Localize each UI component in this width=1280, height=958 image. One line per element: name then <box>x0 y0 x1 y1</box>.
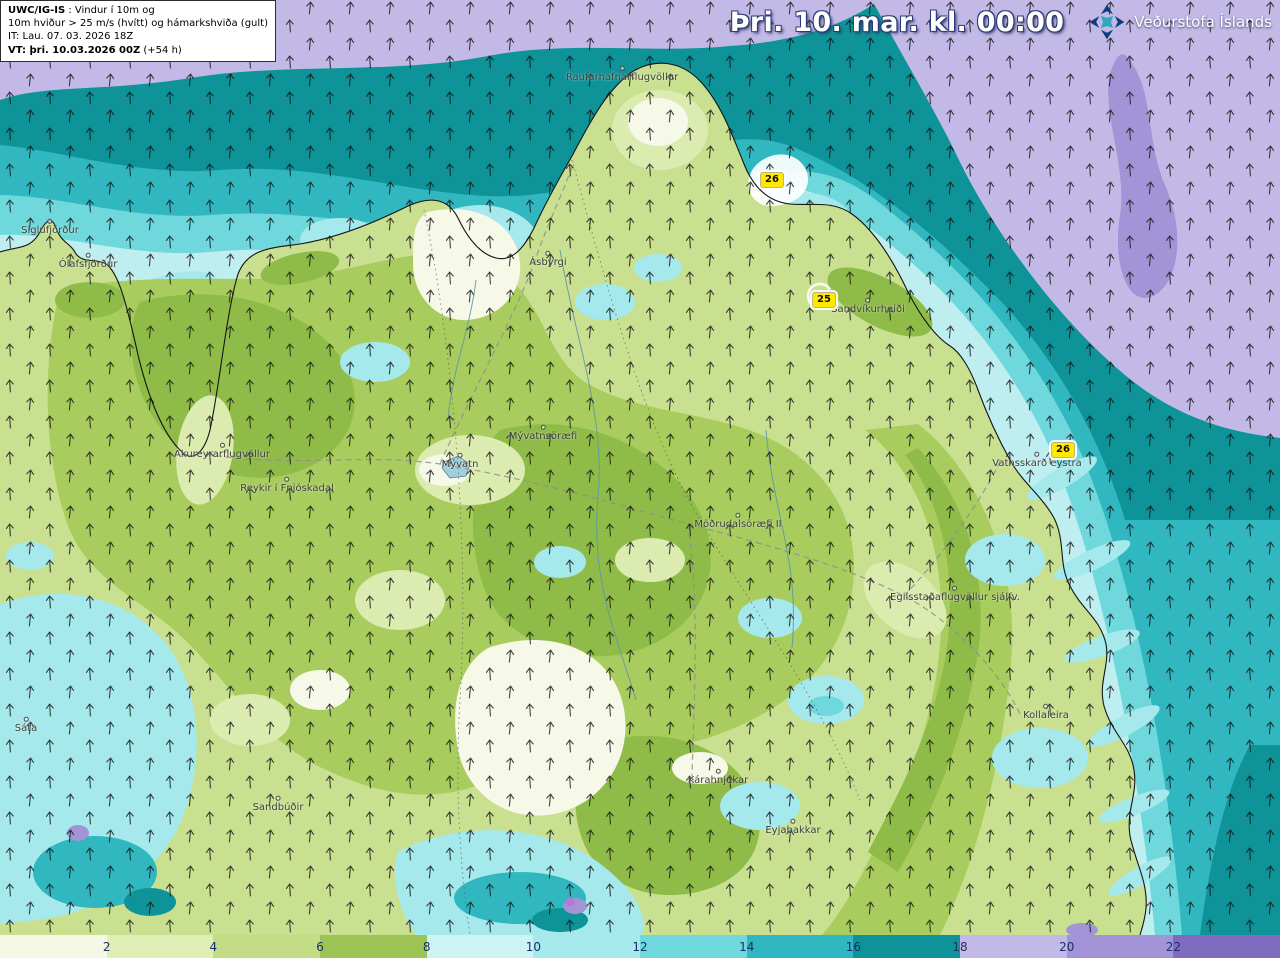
legend-segment: 4 <box>106 935 217 958</box>
model-info-box: UWC/IG-IS : Vindur í 10m og 10m hviður >… <box>0 0 276 62</box>
legend-segment: 14 <box>640 935 754 958</box>
valid-time-title: Þri. 10. mar. kl. 00:00 <box>729 6 1065 38</box>
wind-map: Siglufjörður Ólafsfjörður Raufarhafnarflug… <box>0 0 1280 935</box>
legend-segment: 16 <box>746 935 861 958</box>
vedurstofa-logo: Veðurstofa Íslands <box>1088 3 1272 41</box>
legend-segment: 8 <box>320 935 431 958</box>
map-header: Þri. 10. mar. kl. 00:00 Veðurstofa Íslan… <box>730 3 1272 41</box>
legend-segment: 20 <box>960 935 1074 958</box>
legend-tick-label: 20 <box>1059 939 1075 954</box>
legend-tick-label: 16 <box>845 939 862 954</box>
legend-segment: 22 <box>1066 935 1181 958</box>
legend-segment <box>1173 935 1280 958</box>
wind-speed-legend: 2 4 6 8 10 12 14 16 18 20 22 <box>0 935 1280 958</box>
legend-tick-label: 22 <box>1165 939 1182 954</box>
legend-tick-label: 6 <box>316 939 324 954</box>
legend-tick-label: 2 <box>102 939 111 954</box>
legend-tick-label: 10 <box>525 939 541 954</box>
info-line-init-time: IT: Lau. 07. 03. 2026 18Z <box>8 31 134 43</box>
info-line-valid-time: VT: þri. 10.03.2026 00Z (+54 h) <box>8 44 182 56</box>
legend-segment: 2 <box>0 935 110 958</box>
legend-segment: 10 <box>426 935 541 958</box>
legend-tick-label: 4 <box>209 939 218 954</box>
legend-segment: 18 <box>853 935 968 958</box>
legend-segment: 12 <box>533 935 648 958</box>
legend-tick-label: 18 <box>952 939 968 954</box>
vedurstofa-logo-icon <box>1089 4 1125 40</box>
legend-tick-label: 8 <box>422 939 431 954</box>
legend-tick-label: 12 <box>632 939 648 954</box>
weather-map-stage: Siglufjörður Ólafsfjörður Raufarhafnarflug… <box>0 0 1280 958</box>
info-line-subtitle: 10m hviður > 25 m/s (hvítt) og hámarkshv… <box>8 18 268 30</box>
info-line-title: UWC/IG-IS : Vindur í 10m og <box>8 5 155 16</box>
model-name: UWC/IG-IS <box>8 5 66 16</box>
logo-label: Veðurstofa Íslands <box>1134 13 1272 31</box>
wind-arrows-layer <box>0 0 1280 935</box>
legend-segment: 6 <box>213 935 324 958</box>
map-svg <box>0 0 1280 935</box>
legend-tick-label: 14 <box>739 939 755 954</box>
